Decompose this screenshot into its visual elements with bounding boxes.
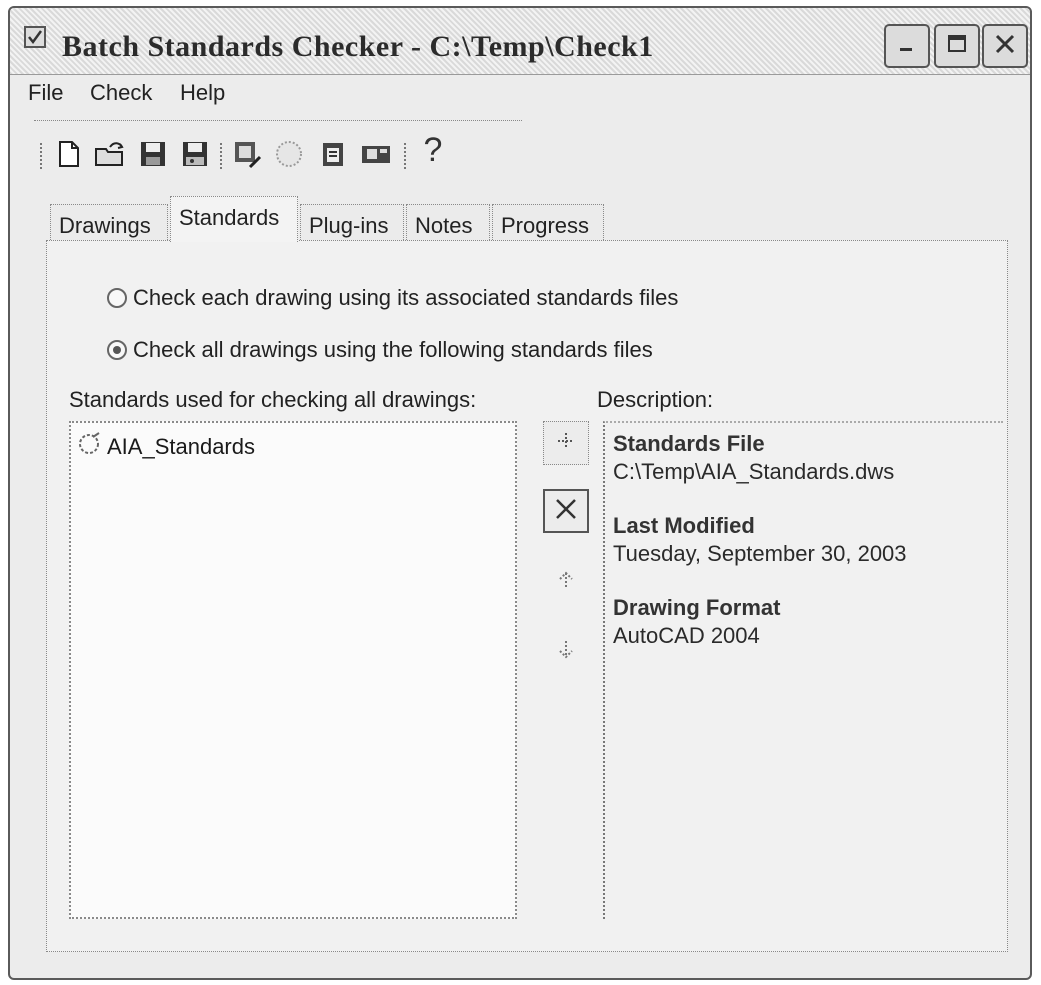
- remove-icon: [553, 496, 579, 527]
- maximize-button[interactable]: [934, 24, 980, 68]
- window-title: Batch Standards Checker - C:\Temp\Check1: [62, 30, 654, 63]
- last-modified-value: Tuesday, September 30, 2003: [613, 541, 907, 566]
- radio-following[interactable]: [107, 340, 127, 360]
- move-down-button[interactable]: [543, 629, 589, 673]
- close-button[interactable]: [982, 24, 1028, 68]
- description-panel: Standards File C:\Temp\AIA_Standards.dws…: [603, 421, 1003, 919]
- standards-tab-panel: Check each drawing using its associated …: [46, 240, 1008, 952]
- radio-associated[interactable]: [107, 288, 127, 308]
- list-item[interactable]: AIA_Standards: [77, 431, 255, 463]
- standards-file-heading: Standards File: [613, 431, 765, 456]
- menu-file[interactable]: File: [28, 80, 63, 106]
- option-following-standards[interactable]: Check all drawings using the following s…: [107, 337, 653, 363]
- move-down-icon: [555, 637, 577, 666]
- minimize-button[interactable]: [884, 24, 930, 68]
- toolbar-separator-2: [404, 143, 406, 169]
- option-associated-label: Check each drawing using its associated …: [133, 285, 679, 310]
- move-up-button[interactable]: [543, 561, 589, 605]
- remove-standards-button[interactable]: [543, 489, 589, 533]
- toolbar-grip: [40, 143, 42, 169]
- standards-file-icon: [77, 431, 103, 463]
- standards-file-value: C:\Temp\AIA_Standards.dws: [613, 459, 895, 484]
- help-icon[interactable]: ?: [418, 131, 448, 169]
- menu-check[interactable]: Check: [90, 80, 152, 106]
- tab-notes[interactable]: Notes: [406, 204, 490, 240]
- tab-drawings[interactable]: Drawings: [50, 204, 168, 240]
- menu-help[interactable]: Help: [180, 80, 225, 106]
- minimize-icon: [896, 33, 918, 60]
- list-item-label: AIA_Standards: [107, 434, 255, 459]
- app-icon: [24, 26, 46, 48]
- menu-bar: File Check Help: [10, 78, 1030, 112]
- option-associated-standards[interactable]: Check each drawing using its associated …: [107, 285, 678, 311]
- tab-strip: Drawings Standards Plug-ins Notes Progre…: [46, 196, 1006, 242]
- drawing-format-heading: Drawing Format: [613, 595, 781, 620]
- save-as-icon[interactable]: [180, 139, 210, 169]
- drawing-format-value: AutoCAD 2004: [613, 623, 760, 648]
- toolbar-separator: [220, 143, 222, 169]
- close-icon: [993, 32, 1017, 61]
- option-following-label: Check all drawings using the following s…: [133, 337, 653, 362]
- add-standards-button[interactable]: [543, 421, 589, 465]
- view-report-icon[interactable]: [318, 139, 348, 169]
- standards-listbox[interactable]: AIA_Standards: [69, 421, 517, 919]
- export-report-icon[interactable]: [360, 139, 390, 169]
- standards-list-label: Standards used for checking all drawings…: [69, 387, 477, 412]
- move-up-icon: [555, 569, 577, 598]
- toolbar: ?: [34, 120, 522, 187]
- batch-standards-checker-window: Batch Standards Checker - C:\Temp\Check1…: [8, 6, 1032, 980]
- tab-plug-ins[interactable]: Plug-ins: [300, 204, 404, 240]
- title-bar[interactable]: Batch Standards Checker - C:\Temp\Check1: [10, 8, 1030, 75]
- new-file-icon[interactable]: [54, 139, 84, 169]
- last-modified-heading: Last Modified: [613, 513, 755, 538]
- save-icon[interactable]: [138, 139, 168, 169]
- maximize-icon: [946, 33, 968, 60]
- description-label: Description:: [597, 387, 714, 412]
- open-folder-icon[interactable]: [94, 139, 124, 169]
- check-drawings-icon[interactable]: [232, 139, 262, 169]
- stop-icon[interactable]: [274, 139, 304, 169]
- add-standards-icon: [554, 429, 578, 458]
- tab-progress[interactable]: Progress: [492, 204, 604, 240]
- tab-standards[interactable]: Standards: [170, 196, 298, 242]
